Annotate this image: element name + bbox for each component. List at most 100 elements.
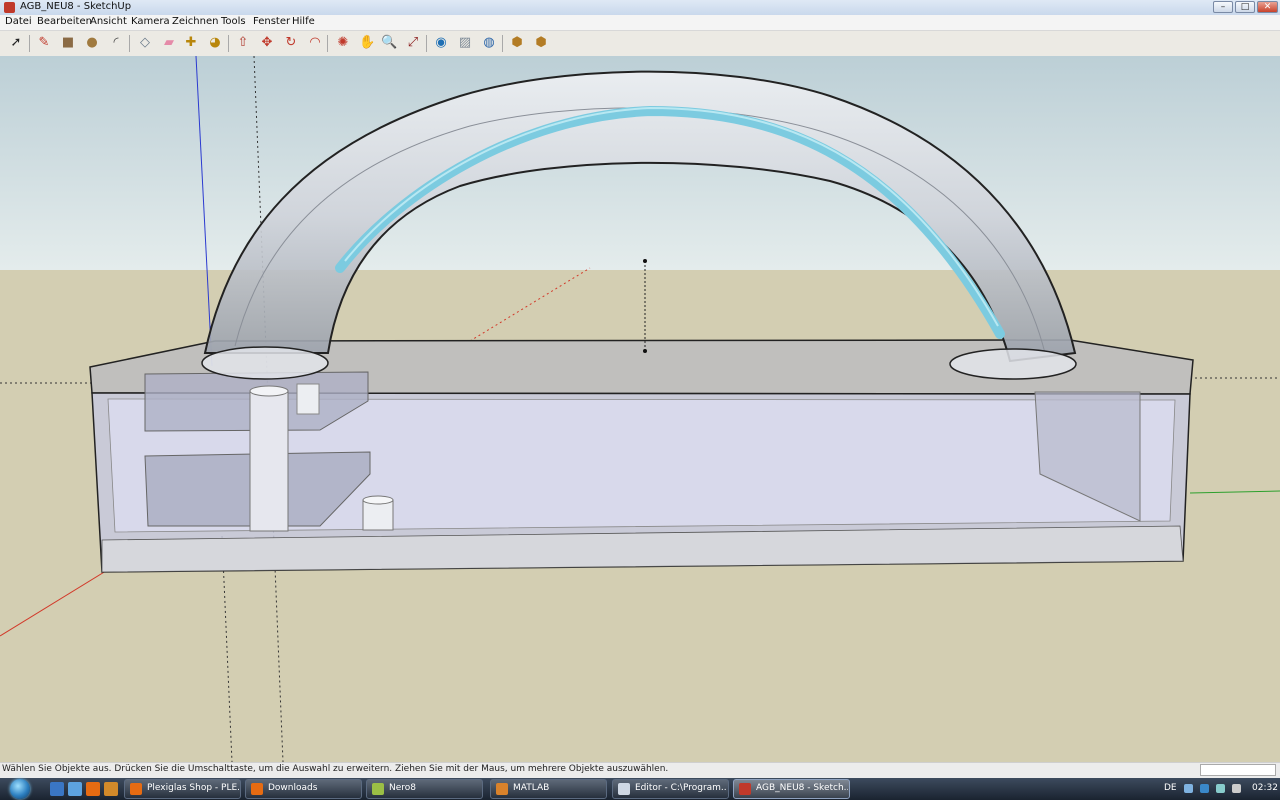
menu-bar: Datei Bearbeiten Ansicht Kamera Zeichnen… <box>0 15 1280 31</box>
toolbar-separator <box>228 35 229 52</box>
paint-bucket-button[interactable]: ◕ <box>205 33 225 53</box>
arc-button[interactable]: ◜ <box>106 33 126 53</box>
zoom-icon: 🔍 <box>381 35 398 50</box>
push-pull-icon: ⇧ <box>237 35 249 50</box>
rectangle-button[interactable]: ■ <box>58 33 78 53</box>
small-cylinder-top <box>362 495 394 505</box>
eraser-button[interactable]: ▰ <box>159 33 179 53</box>
taskbar-item[interactable]: AGB_NEU8 - Sketch... <box>733 779 850 799</box>
select-button[interactable]: ➚ <box>6 33 26 53</box>
quicklaunch-desktop-icon[interactable] <box>50 782 64 796</box>
pencil-button[interactable]: ✎ <box>34 33 54 53</box>
quicklaunch-app-icon[interactable] <box>104 782 118 796</box>
status-text: Wählen Sie Objekte aus. Drücken Sie die … <box>2 764 669 774</box>
tape-measure-icon: ✚ <box>185 35 197 50</box>
google-earth-button[interactable]: ◍ <box>479 33 499 53</box>
start-button[interactable] <box>4 778 38 800</box>
tray-volume-icon[interactable] <box>1232 784 1241 793</box>
share-model-icon: ⬢ <box>535 35 547 50</box>
clock[interactable]: 02:32 <box>1252 783 1278 793</box>
window-title: AGB_NEU8 - SketchUp <box>20 1 132 12</box>
taskbar-item-icon <box>251 783 263 795</box>
menu-tools[interactable]: Tools <box>221 16 246 27</box>
left-arch-foot <box>201 346 329 380</box>
taskbar-item-icon <box>496 783 508 795</box>
toolbar-separator <box>502 35 503 52</box>
offset-button[interactable]: ◠ <box>305 33 325 53</box>
close-button[interactable]: ✕ <box>1257 1 1278 13</box>
taskbar-item-icon <box>130 783 142 795</box>
status-bar: Wählen Sie Objekte aus. Drücken Sie die … <box>0 762 1280 778</box>
rotate-icon: ↻ <box>285 35 297 50</box>
circle-icon: ● <box>86 35 98 50</box>
height-marker-top <box>643 259 647 263</box>
taskbar-item[interactable]: Plexiglas Shop - PLE... <box>124 779 241 799</box>
tray-network-icon[interactable] <box>1216 784 1225 793</box>
arc-icon: ◜ <box>113 35 119 50</box>
toggle-terrain-button[interactable]: ▨ <box>455 33 475 53</box>
tray-app-icon[interactable] <box>1200 784 1209 793</box>
zoom-extents-button[interactable]: ⤢ <box>403 33 423 53</box>
rectangle-icon: ■ <box>61 35 75 50</box>
orbit-button[interactable]: ✺ <box>333 33 353 53</box>
taskbar-item-label: Editor - C:\Program... <box>635 783 727 793</box>
menu-fenster[interactable]: Fenster <box>253 16 290 27</box>
menu-datei[interactable]: Datei <box>5 16 32 27</box>
move-button[interactable]: ✥ <box>257 33 277 53</box>
maximize-button[interactable]: □ <box>1235 1 1255 13</box>
measurements-box[interactable] <box>1200 764 1276 776</box>
eraser-icon: ▰ <box>164 35 174 50</box>
right-arch-foot <box>949 348 1077 380</box>
taskbar-item[interactable]: Nero8 <box>366 779 483 799</box>
sketchup-app-icon <box>4 2 15 13</box>
pan-button[interactable]: ✋ <box>357 33 377 53</box>
menu-ansicht[interactable]: Ansicht <box>90 16 127 27</box>
drawing-area[interactable] <box>0 56 1280 762</box>
toolbar-separator <box>327 35 328 52</box>
get-models-button[interactable]: ⬢ <box>507 33 527 53</box>
toggle-terrain-icon: ▨ <box>458 35 472 50</box>
add-location-icon: ◉ <box>435 35 447 50</box>
windows-orb-icon <box>10 779 30 799</box>
upper-small-cylinder <box>296 383 320 415</box>
toolbar-separator <box>426 35 427 52</box>
title-bar: AGB_NEU8 - SketchUp – □ ✕ <box>0 0 1280 16</box>
left-pillar <box>249 390 289 532</box>
minimize-button[interactable]: – <box>1213 1 1233 13</box>
quicklaunch-firefox-icon[interactable] <box>86 782 100 796</box>
quicklaunch-explorer-icon[interactable] <box>68 782 82 796</box>
add-location-button[interactable]: ◉ <box>431 33 451 53</box>
taskbar-item-label: AGB_NEU8 - Sketch... <box>756 783 848 793</box>
menu-zeichnen[interactable]: Zeichnen <box>172 16 218 27</box>
pan-icon: ✋ <box>359 35 376 50</box>
left-pillar-top <box>249 385 289 397</box>
push-pull-button[interactable]: ⇧ <box>233 33 253 53</box>
circle-button[interactable]: ● <box>82 33 102 53</box>
taskbar-item[interactable]: Editor - C:\Program... <box>612 779 729 799</box>
get-models-icon: ⬢ <box>511 35 523 50</box>
pencil-icon: ✎ <box>38 35 50 50</box>
taskbar-item-label: Plexiglas Shop - PLE... <box>147 783 239 793</box>
toolbar-separator <box>29 35 30 52</box>
menu-bearbeiten[interactable]: Bearbeiten <box>37 16 92 27</box>
main-toolbar: ➚ ✎ ■ ● ◜ ◇ ▰ ✚ ◕ ⇧ ✥ ↻ ◠ ✺ ✋ 🔍 ⤢ ◉ ▨ ◍ ⬢ ⬢ <box>0 31 1280 57</box>
zoom-button[interactable]: 🔍 <box>379 33 399 53</box>
taskbar-item[interactable]: Downloads <box>245 779 362 799</box>
orbit-icon: ✺ <box>337 35 349 50</box>
taskbar-item-icon <box>618 783 630 795</box>
menu-kamera[interactable]: Kamera <box>131 16 170 27</box>
make-component-button[interactable]: ◇ <box>135 33 155 53</box>
menu-hilfe[interactable]: Hilfe <box>292 16 315 27</box>
tray-help-icon[interactable] <box>1184 784 1193 793</box>
select-icon: ➚ <box>10 35 22 50</box>
tape-measure-button[interactable]: ✚ <box>181 33 201 53</box>
toolbar-separator <box>129 35 130 52</box>
model-canvas[interactable] <box>0 56 1280 762</box>
taskbar-item-icon <box>739 783 751 795</box>
share-model-button[interactable]: ⬢ <box>531 33 551 53</box>
language-indicator[interactable]: DE <box>1164 783 1177 793</box>
rotate-button[interactable]: ↻ <box>281 33 301 53</box>
taskbar-item[interactable]: MATLAB <box>490 779 607 799</box>
taskbar-item-icon <box>372 783 384 795</box>
system-tray: DE 02:32 <box>1158 778 1280 800</box>
